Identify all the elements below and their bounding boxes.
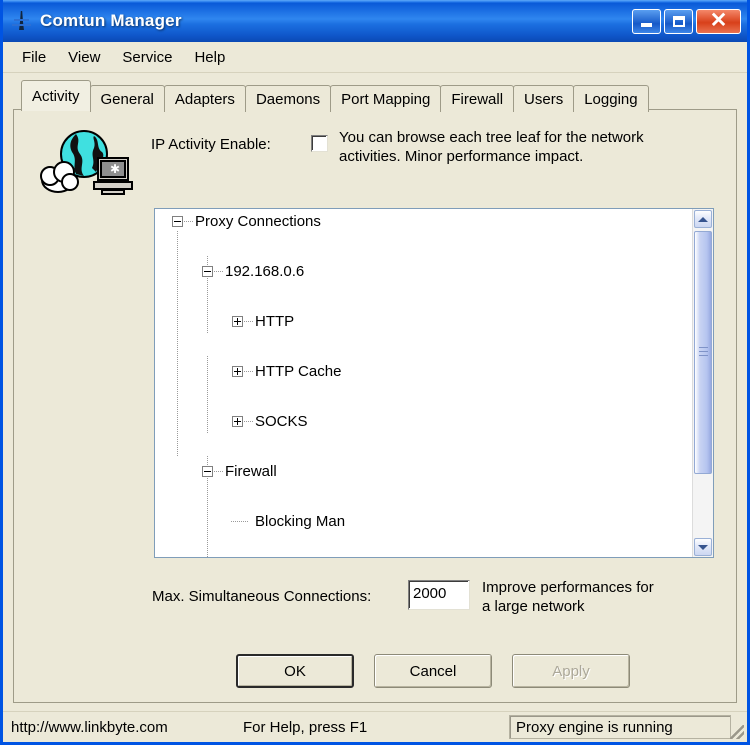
- tree-scroll-view: Proxy Connections 192.168.0.6 HTTP HTTP …: [155, 209, 692, 557]
- tab-activity[interactable]: Activity: [21, 80, 91, 111]
- activity-tree[interactable]: Proxy Connections 192.168.0.6 HTTP HTTP …: [154, 208, 714, 558]
- menu-bar: File View Service Help: [3, 42, 747, 73]
- menu-item-file[interactable]: File: [11, 46, 57, 69]
- tab-firewall[interactable]: Firewall: [440, 85, 515, 112]
- max-connections-input[interactable]: 2000: [408, 580, 470, 610]
- application-window: Comtun Manager ✕ File View Service Help …: [0, 0, 750, 745]
- menu-item-help[interactable]: Help: [183, 46, 236, 69]
- tree-toggle-minus-icon[interactable]: [202, 266, 213, 277]
- chevron-up-icon: [698, 216, 708, 222]
- menu-item-view[interactable]: View: [57, 46, 111, 69]
- chevron-down-icon: [698, 544, 708, 550]
- tree-node-label: Blocking Man: [255, 513, 346, 530]
- tree-node-label: HTTP: [255, 313, 295, 330]
- tree-node-firewall[interactable]: Firewall: [155, 459, 692, 484]
- tree-node-label: 192.168.0.6: [225, 263, 305, 280]
- tree-node-192-168-0-6[interactable]: 192.168.0.6: [155, 259, 692, 284]
- tab-daemons[interactable]: Daemons: [244, 85, 332, 112]
- globe-cloud-computer-icon: ✱: [40, 130, 133, 195]
- tree-toggle-minus-icon[interactable]: [202, 466, 213, 477]
- status-help-hint: For Help, press F1: [243, 718, 368, 736]
- tree-toggle-plus-icon[interactable]: [232, 416, 243, 427]
- tree-node-http-cache[interactable]: HTTP Cache: [155, 359, 692, 384]
- tree-node-label: Firewall: [225, 463, 277, 480]
- max-connections-help-line2: a large network: [482, 598, 585, 615]
- max-connections-row: Max. Simultaneous Connections: 2000 Impr…: [14, 572, 736, 620]
- window-controls: ✕: [632, 8, 743, 34]
- status-bar: http://www.linkbyte.com For Help, press …: [3, 711, 747, 742]
- tree-node-blocking-man[interactable]: Blocking Man: [155, 509, 692, 534]
- tree-node-socks[interactable]: SOCKS: [155, 409, 692, 434]
- scrollbar-thumb[interactable]: [694, 231, 712, 474]
- tree-node-label: SOCKS: [255, 413, 308, 430]
- status-url[interactable]: http://www.linkbyte.com: [5, 715, 237, 739]
- tree-node-proxy-connections[interactable]: Proxy Connections: [155, 209, 692, 234]
- scroll-down-button[interactable]: [694, 538, 712, 556]
- tab-general[interactable]: General: [89, 85, 165, 112]
- menu-item-service[interactable]: Service: [111, 46, 183, 69]
- tab-logging[interactable]: Logging: [573, 85, 649, 112]
- close-button[interactable]: ✕: [696, 8, 741, 34]
- scrollbar-grip-icon: [699, 346, 708, 359]
- cancel-button[interactable]: Cancel: [374, 654, 492, 688]
- tree-node-label: Proxy Connections: [195, 213, 321, 230]
- tree-toggle-plus-icon[interactable]: [232, 316, 243, 327]
- window-title: Comtun Manager: [40, 11, 182, 30]
- ok-button[interactable]: OK: [236, 654, 354, 688]
- ip-activity-help-text: You can browse each tree leaf for the ne…: [339, 128, 714, 166]
- tab-port-mapping[interactable]: Port Mapping: [330, 85, 442, 112]
- scroll-up-button[interactable]: [694, 210, 712, 228]
- tree-toggle-plus-icon[interactable]: [232, 366, 243, 377]
- status-engine-state: Proxy engine is running: [509, 715, 731, 739]
- tab-adapters[interactable]: Adapters: [163, 85, 246, 112]
- ip-activity-help-line1: You can browse each tree leaf for the ne…: [339, 129, 644, 146]
- title-bar[interactable]: Comtun Manager ✕: [3, 0, 747, 42]
- tree-toggle-minus-icon[interactable]: [172, 216, 183, 227]
- ip-activity-checkbox[interactable]: [311, 135, 328, 152]
- ip-activity-label: IP Activity Enable:: [151, 136, 271, 153]
- tree-node-http[interactable]: HTTP: [155, 309, 692, 334]
- ip-activity-help-line2: activities. Minor performance impact.: [339, 148, 584, 165]
- tree-node-label: HTTP Cache: [255, 363, 342, 380]
- tree-vertical-scrollbar[interactable]: [692, 209, 713, 557]
- max-connections-label: Max. Simultaneous Connections:: [152, 588, 372, 605]
- client-area: Activity General Adapters Daemons Port M…: [3, 73, 747, 711]
- minimize-button[interactable]: [632, 8, 661, 34]
- tab-panel-activity: ✱ IP Activity Enable: You can browse eac…: [13, 109, 737, 703]
- tab-users[interactable]: Users: [513, 85, 575, 112]
- tab-strip: Activity General Adapters Daemons Port M…: [13, 80, 737, 112]
- svg-text:✱: ✱: [110, 162, 120, 176]
- apply-button: Apply: [512, 654, 630, 688]
- app-tower-icon: [11, 10, 33, 32]
- resize-grip-icon[interactable]: [730, 725, 744, 739]
- maximize-button[interactable]: [664, 8, 693, 34]
- ip-activity-row: ✱ IP Activity Enable: You can browse eac…: [14, 118, 736, 204]
- max-connections-help-line1: Improve performances for: [482, 579, 654, 596]
- dialog-button-row: OK Cancel Apply: [14, 654, 736, 696]
- max-connections-help-text: Improve performances for a large network: [482, 578, 712, 616]
